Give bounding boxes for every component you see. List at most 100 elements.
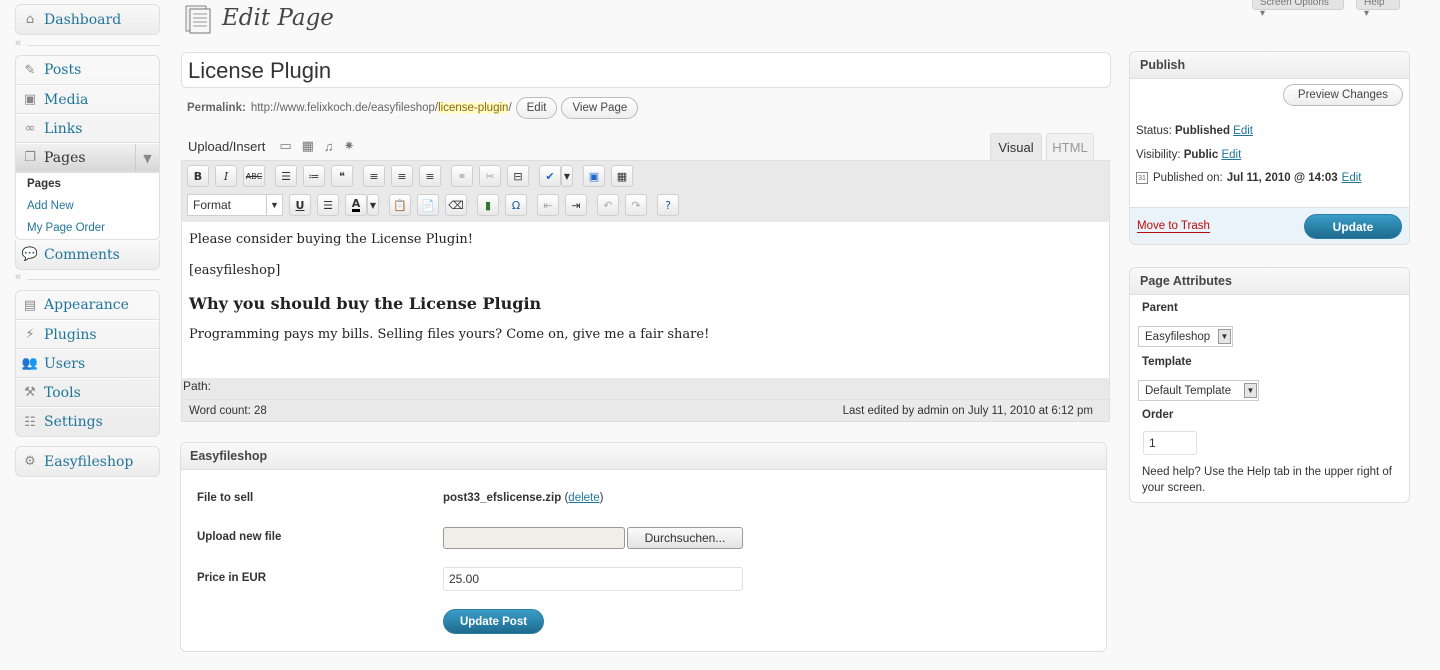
editor-content[interactable]: Please consider buying the License Plugi…: [182, 222, 1109, 378]
link-button[interactable]: ⚭: [451, 165, 473, 187]
menu-item-posts[interactable]: ✎ Posts: [16, 56, 159, 85]
add-video-icon[interactable]: ▦: [302, 138, 314, 154]
post-title-input[interactable]: License Plugin: [181, 52, 1111, 88]
outdent-button[interactable]: ⇤: [537, 194, 559, 216]
submenu-item-page-order[interactable]: My Page Order: [16, 217, 159, 239]
update-button[interactable]: Update: [1304, 214, 1402, 239]
screen-options-button[interactable]: Screen Options ▾: [1252, 0, 1344, 19]
edit-permalink-button[interactable]: Edit: [515, 97, 558, 119]
menu-label: Comments: [44, 246, 120, 263]
paste-text-button[interactable]: 📋: [389, 194, 411, 216]
parent-label: Parent: [1142, 302, 1178, 314]
numbered-list-button[interactable]: ≔: [303, 165, 325, 187]
tab-visual[interactable]: Visual: [990, 133, 1042, 161]
help-button[interactable]: Help ▾: [1356, 0, 1400, 19]
menu-item-dashboard[interactable]: ⌂ Dashboard: [16, 5, 159, 34]
menu-item-appearance[interactable]: ▤ Appearance: [16, 291, 159, 320]
add-image-icon[interactable]: ▭: [279, 138, 291, 154]
chevron-down-icon[interactable]: ▼: [135, 144, 159, 172]
menu-item-plugins[interactable]: ⚡ Plugins: [16, 320, 159, 349]
bold-button[interactable]: B: [187, 165, 209, 187]
menu-item-settings[interactable]: ☷ Settings: [16, 407, 159, 436]
strikethrough-button[interactable]: ABC: [243, 165, 265, 187]
view-page-button[interactable]: View Page: [561, 97, 639, 119]
price-input[interactable]: 25.00: [443, 567, 743, 591]
undo-button[interactable]: ↶: [597, 194, 619, 216]
help-icon[interactable]: ?: [657, 194, 679, 216]
menu-item-users[interactable]: 👥 Users: [16, 349, 159, 378]
submenu-item-pages[interactable]: Pages: [16, 173, 159, 195]
edit-status-link[interactable]: Edit: [1233, 125, 1253, 137]
link-icon: ∞: [24, 121, 36, 136]
menu-item-links[interactable]: ∞ Links: [16, 114, 159, 143]
permalink-slug[interactable]: license-plugin: [438, 102, 509, 114]
italic-button[interactable]: I: [215, 165, 237, 187]
special-character-button[interactable]: Ω: [505, 194, 527, 216]
delete-close-paren: ): [599, 492, 604, 504]
content-heading: Why you should buy the License Plugin: [189, 294, 542, 313]
comment-icon: 💬: [21, 247, 39, 262]
blockquote-button[interactable]: ❝: [331, 165, 353, 187]
template-select[interactable]: Default Template ▼: [1138, 380, 1259, 401]
pages-icon: ❐: [24, 150, 36, 165]
box-title[interactable]: Page Attributes: [1130, 268, 1409, 295]
add-media-icon[interactable]: ✷: [344, 138, 355, 154]
unlink-button[interactable]: ✂: [479, 165, 501, 187]
menu-dashboard-group: ⌂ Dashboard: [15, 4, 160, 35]
menu-item-easyfileshop[interactable]: ⚙ Easyfileshop: [16, 447, 159, 476]
text-color-dropdown-icon[interactable]: ▼: [367, 194, 379, 216]
insert-media-button[interactable]: ▮: [477, 194, 499, 216]
text-color-button[interactable]: A: [345, 194, 367, 216]
fullscreen-button[interactable]: ▣: [583, 165, 605, 187]
delete-link[interactable]: delete: [568, 492, 599, 504]
last-edited: Last edited by admin on July 11, 2010 at…: [842, 404, 1093, 417]
preview-changes-button[interactable]: Preview Changes: [1283, 84, 1403, 106]
pages-submenu: Pages Add New My Page Order: [16, 172, 159, 239]
chevron-down-icon: ▼: [266, 195, 282, 215]
chevron-down-icon: ▼: [1218, 329, 1231, 344]
move-to-trash-link[interactable]: Move to Trash: [1137, 220, 1210, 233]
redo-button[interactable]: ↷: [625, 194, 647, 216]
menu-label: Links: [44, 120, 83, 137]
status-label: Status:: [1136, 125, 1172, 137]
align-center-button[interactable]: ≡: [391, 165, 413, 187]
parent-select[interactable]: Easyfileshop ▼: [1138, 326, 1233, 347]
menu-item-tools[interactable]: ⚒ Tools: [16, 378, 159, 407]
price-label: Price in EUR: [197, 572, 267, 584]
update-post-button[interactable]: Update Post: [443, 609, 544, 634]
file-path-input[interactable]: [443, 527, 625, 549]
order-input[interactable]: 1: [1143, 431, 1197, 455]
upload-insert-label: Upload/Insert: [188, 138, 266, 154]
browse-button[interactable]: Durchsuchen...: [627, 527, 743, 549]
tab-html[interactable]: HTML: [1046, 133, 1094, 161]
menu-item-media[interactable]: ▣ Media: [16, 85, 159, 114]
edit-visibility-link[interactable]: Edit: [1221, 149, 1241, 161]
help-text: Need help? Use the Help tab in the upper…: [1142, 466, 1392, 494]
editor-status-bar: Word count: 28 Last edited by admin on J…: [182, 399, 1109, 421]
kitchen-sink-button[interactable]: ▦: [611, 165, 633, 187]
remove-format-button[interactable]: ⌫: [445, 194, 467, 216]
spellcheck-dropdown-icon[interactable]: ▼: [561, 165, 573, 187]
menu-item-comments[interactable]: 💬 Comments: [16, 240, 159, 269]
permalink-base: http://www.felixkoch.de/easyfileshop/: [250, 102, 439, 114]
align-right-button[interactable]: ≡: [419, 165, 441, 187]
editor-toolbar-row-2: Format ▼ U ☰ A ▼ 📋 📄 ⌫ ▮ Ω ⇤ ⇥ ↶ ↷ ?: [187, 193, 685, 217]
indent-button[interactable]: ⇥: [565, 194, 587, 216]
file-to-sell-label: File to sell: [197, 492, 254, 504]
permalink-label: Permalink:: [187, 102, 246, 114]
submenu-item-add-new[interactable]: Add New: [16, 195, 159, 217]
more-tag-button[interactable]: ⊟: [507, 165, 529, 187]
menu-item-pages[interactable]: ❐ Pages ▼: [16, 143, 159, 172]
spellcheck-button[interactable]: ✔: [539, 165, 561, 187]
justify-button[interactable]: ☰: [317, 194, 339, 216]
align-left-button[interactable]: ≡: [363, 165, 385, 187]
box-title[interactable]: Publish: [1130, 52, 1409, 79]
bullet-list-button[interactable]: ☰: [275, 165, 297, 187]
edit-date-link[interactable]: Edit: [1342, 172, 1362, 184]
paste-word-button[interactable]: 📄: [417, 194, 439, 216]
status-value: Published: [1175, 125, 1230, 137]
box-title[interactable]: Easyfileshop: [181, 443, 1106, 470]
underline-button[interactable]: U: [289, 194, 311, 216]
add-audio-icon[interactable]: ♫: [324, 139, 334, 154]
format-select[interactable]: Format ▼: [187, 194, 283, 216]
